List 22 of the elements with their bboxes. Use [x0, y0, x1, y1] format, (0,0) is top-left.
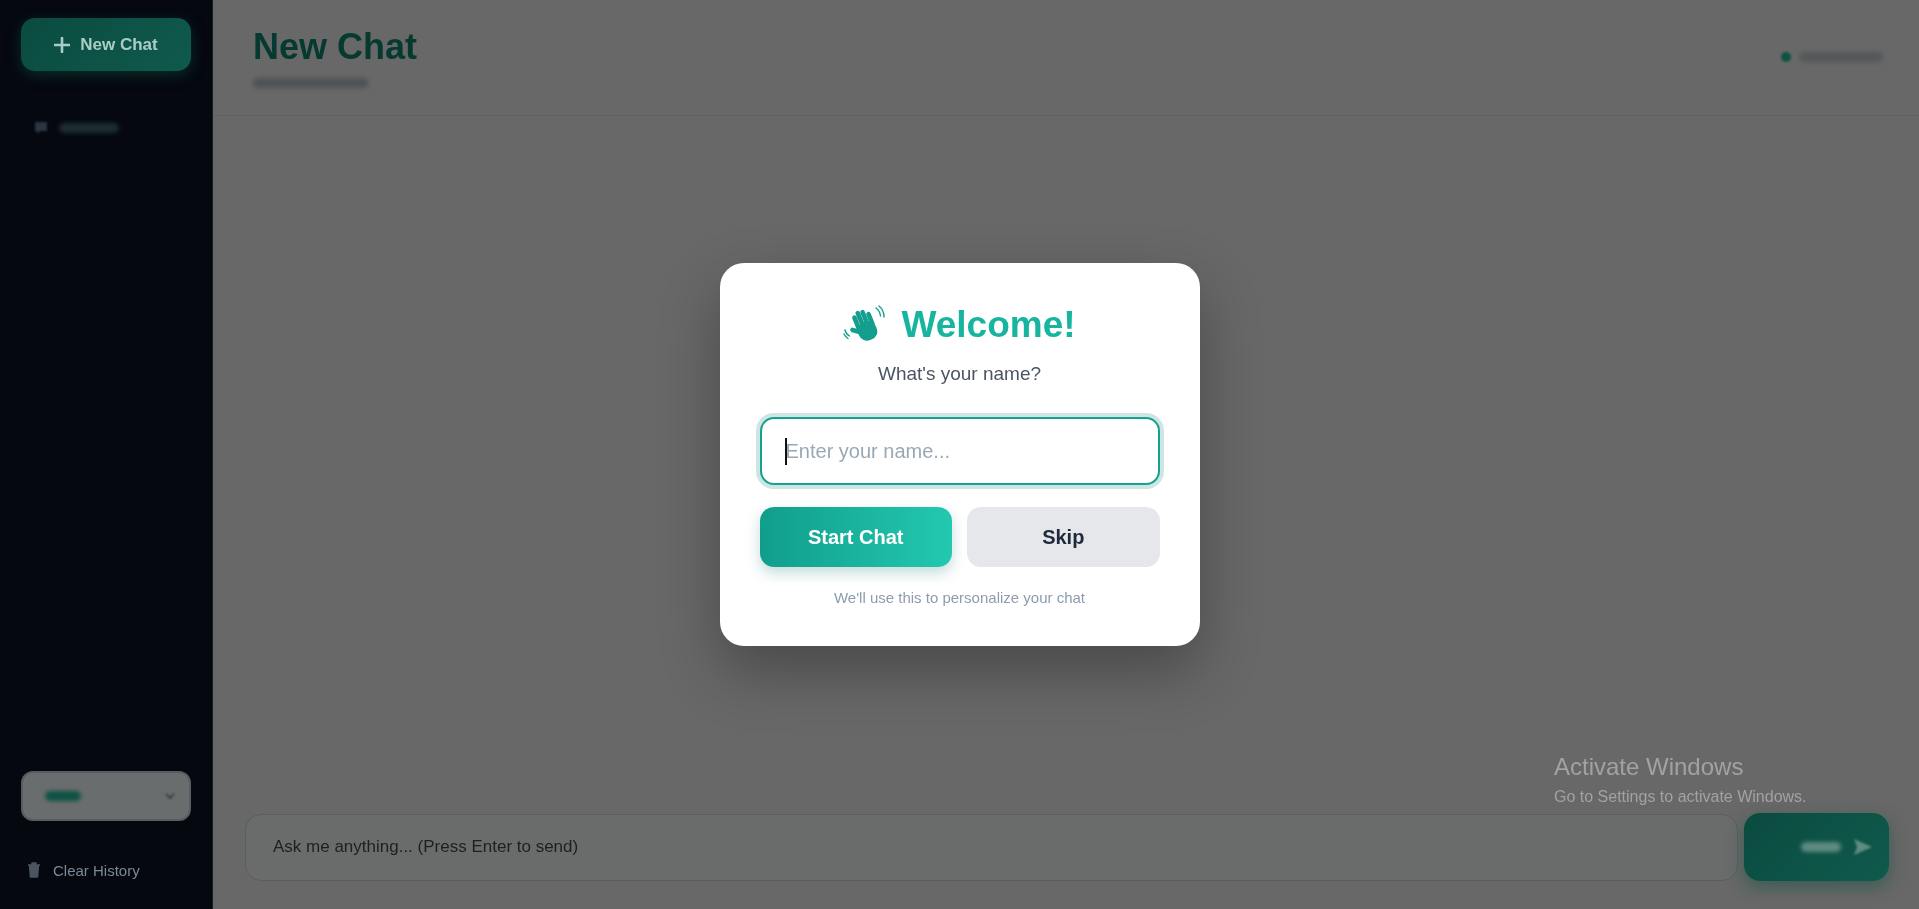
activation-message: Go to Settings to activate Windows. [1554, 787, 1807, 807]
new-chat-button[interactable]: New Chat [21, 18, 191, 71]
chat-bubble-icon [33, 120, 49, 136]
blurred-text [59, 123, 119, 133]
dialog-note: We'll use this to personalize your chat [833, 588, 1085, 608]
message-input[interactable]: Ask me anything... (Press Enter to send) [245, 813, 1738, 881]
chevron-down-icon [165, 791, 175, 801]
dialog-title: Welcome! [901, 303, 1076, 347]
status-dot-icon [1781, 52, 1791, 62]
send-icon [1853, 837, 1873, 857]
chat-title: New Chat [253, 26, 418, 68]
activation-title: Activate Windows [1554, 752, 1744, 782]
select-field[interactable] [21, 771, 191, 821]
dialog-subtitle: What's your name? [877, 362, 1042, 386]
plus-icon [54, 36, 71, 53]
blurred-text [45, 791, 81, 801]
skip-button[interactable]: Skip [967, 507, 1160, 567]
send-button[interactable] [1744, 813, 1889, 881]
name-input-field[interactable]: Enter your name... [759, 417, 1160, 485]
trash-icon [27, 862, 41, 878]
blurred-text [1801, 842, 1841, 852]
clear-history-button[interactable]: Clear History [21, 859, 140, 881]
